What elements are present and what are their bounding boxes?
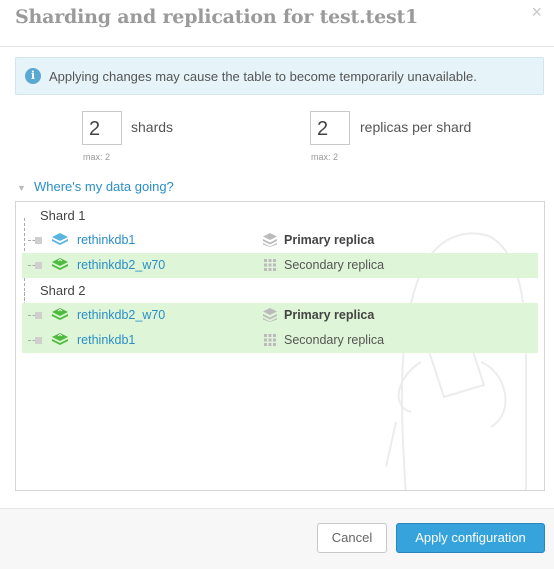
warning-alert: i Applying changes may cause the table t… bbox=[15, 57, 544, 95]
collapse-triangle-icon[interactable]: ▼ bbox=[17, 183, 26, 193]
server-icon bbox=[52, 308, 68, 320]
shard-label: Shard 2 bbox=[40, 283, 86, 298]
dialog-title: Sharding and replication for test.test1 bbox=[15, 6, 419, 28]
dialog-footer: Cancel Apply configuration bbox=[0, 508, 554, 569]
replicas-max-label: max: 2 bbox=[311, 152, 339, 162]
replica-row: rethinkdb2_w70 Primary replica bbox=[22, 303, 538, 328]
shards-input[interactable]: 2 bbox=[82, 111, 122, 145]
server-icon bbox=[52, 333, 68, 345]
replica-row: rethinkdb1 Primary replica bbox=[22, 228, 538, 253]
close-icon[interactable]: × bbox=[531, 2, 542, 23]
server-link[interactable]: rethinkdb1 bbox=[77, 233, 135, 247]
replica-role: Primary replica bbox=[284, 308, 375, 322]
shard-label: Shard 1 bbox=[40, 208, 86, 223]
tree-node-icon bbox=[35, 262, 42, 269]
server-icon bbox=[52, 233, 68, 245]
alert-text: Applying changes may cause the table to … bbox=[49, 69, 477, 84]
data-distribution-toggle[interactable]: Where's my data going? bbox=[34, 179, 174, 194]
server-link[interactable]: rethinkdb2_w70 bbox=[77, 308, 165, 322]
server-link[interactable]: rethinkdb2_w70 bbox=[77, 258, 165, 272]
replica-role: Secondary replica bbox=[284, 258, 385, 272]
apply-configuration-button[interactable]: Apply configuration bbox=[396, 523, 545, 553]
shards-label: shards bbox=[131, 119, 174, 135]
info-icon: i bbox=[25, 68, 41, 84]
secondary-grid-icon bbox=[264, 334, 276, 346]
shards-max-label: max: 2 bbox=[83, 152, 111, 162]
tree-node-icon bbox=[35, 237, 42, 244]
primary-layers-icon bbox=[263, 233, 277, 247]
replica-row: rethinkdb1 Secondary replica bbox=[22, 328, 538, 353]
dialog-header: Sharding and replication for test.test1 … bbox=[0, 0, 554, 47]
secondary-grid-icon bbox=[264, 259, 276, 271]
replicas-input[interactable]: 2 bbox=[310, 111, 350, 145]
server-link[interactable]: rethinkdb1 bbox=[77, 333, 135, 347]
replicas-label: replicas per shard bbox=[360, 119, 472, 135]
tree-node-icon bbox=[35, 337, 42, 344]
primary-layers-icon bbox=[263, 308, 277, 322]
cancel-button[interactable]: Cancel bbox=[317, 523, 387, 553]
replica-row: rethinkdb2_w70 Secondary replica bbox=[22, 253, 538, 278]
replica-role: Primary replica bbox=[284, 233, 375, 247]
tree-node-icon bbox=[35, 312, 42, 319]
replica-role: Secondary replica bbox=[284, 333, 385, 347]
shard-tree-panel: Shard 1 rethinkdb1 Primary replica rethi… bbox=[15, 201, 545, 491]
server-icon bbox=[52, 258, 68, 270]
